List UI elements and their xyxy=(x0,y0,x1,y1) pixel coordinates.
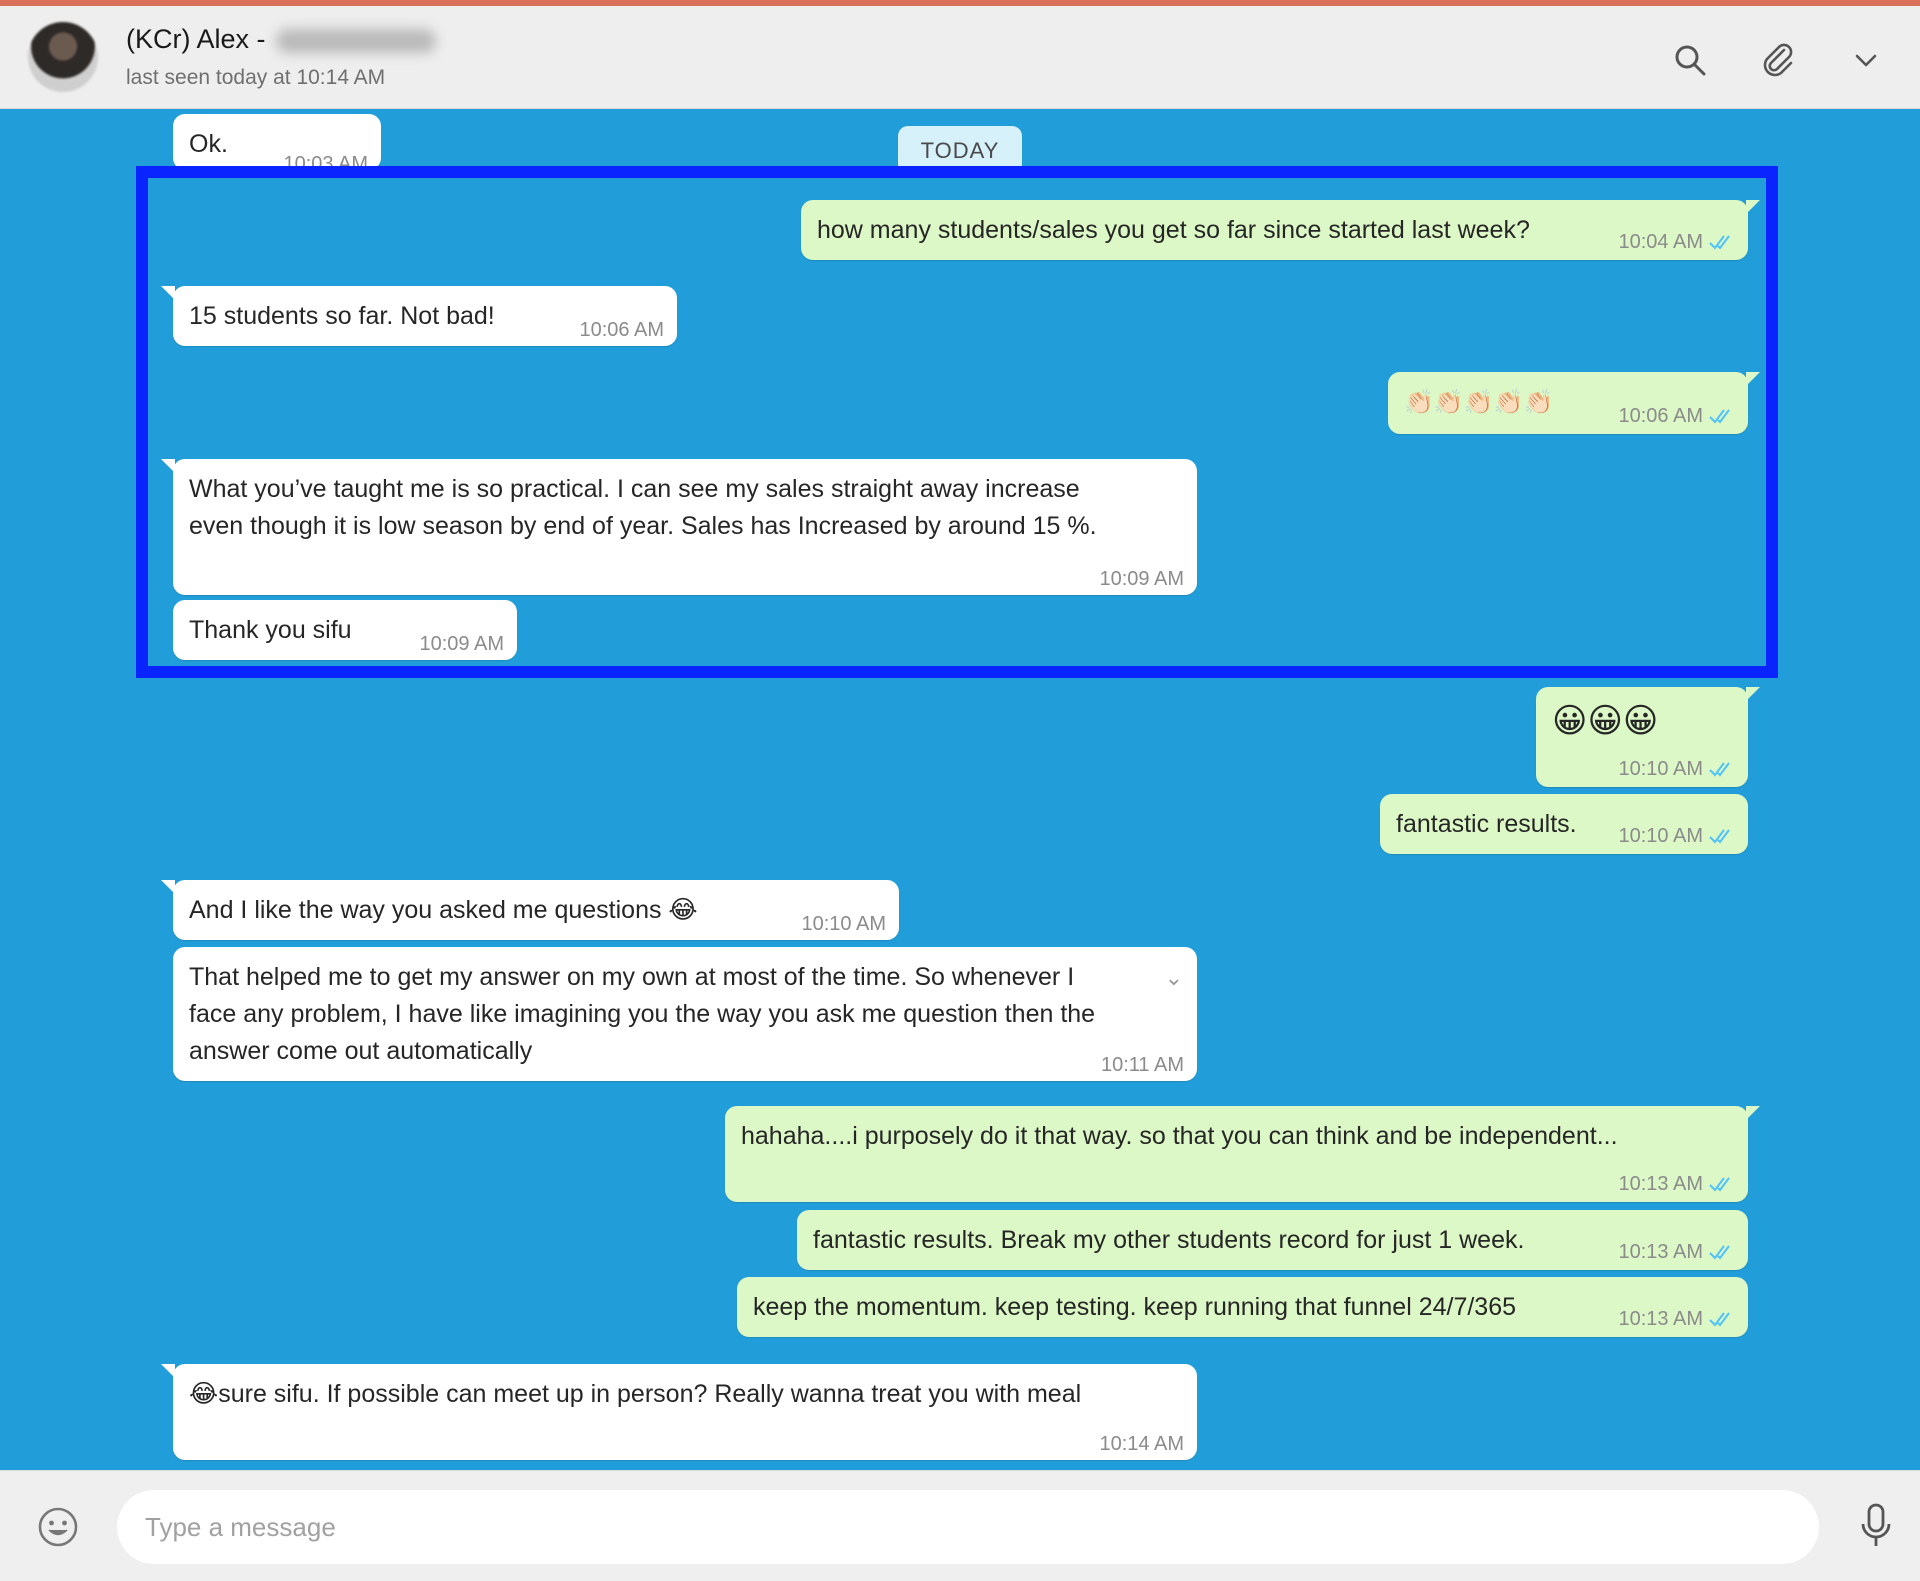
paperclip-icon[interactable] xyxy=(1758,40,1798,80)
date-divider: TODAY xyxy=(898,126,1022,174)
message-time-text: 10:04 AM xyxy=(1618,231,1703,253)
contact-name[interactable]: (KCr) Alex - xyxy=(126,24,436,55)
microphone-icon[interactable] xyxy=(1858,1503,1894,1549)
redacted-name xyxy=(275,28,436,53)
search-icon[interactable] xyxy=(1670,40,1710,80)
message-time-text: 10:10 AM xyxy=(1618,758,1703,780)
message-text: And I like the way you asked me question… xyxy=(189,896,698,924)
message-time-text: 10:13 AM xyxy=(1618,1241,1703,1263)
double-check-icon xyxy=(1709,759,1735,783)
message-time: 10:09 AM xyxy=(1099,568,1184,590)
message-time: 10:03 AM xyxy=(283,153,368,175)
message-text: That helped me to get my answer on my ow… xyxy=(189,963,1096,1065)
message-outgoing[interactable]: how many students/sales you get so far s… xyxy=(801,200,1760,260)
message-incoming[interactable]: That helped me to get my answer on my ow… xyxy=(173,947,1197,1081)
message-incoming[interactable]: Ok. 10:03 AM xyxy=(173,114,381,175)
message-outgoing[interactable]: 😀😀😀 10:10 AM xyxy=(1536,687,1760,787)
message-time-text: 10:13 AM xyxy=(1618,1173,1703,1195)
message-time: 10:14 AM xyxy=(1099,1433,1184,1455)
message-time: 10:13 AM xyxy=(1618,1240,1735,1266)
last-seen-status: last seen today at 10:14 AM xyxy=(126,66,386,89)
message-list[interactable]: Ok. 10:03 AM TODAY how many students/sal… xyxy=(0,110,1920,1470)
message-text: 😂sure sifu. If possible can meet up in p… xyxy=(189,1380,1082,1408)
message-time: 10:06 AM xyxy=(579,319,664,341)
message-outgoing[interactable]: fantastic results. 10:10 AM xyxy=(1380,794,1748,854)
double-check-icon xyxy=(1709,1309,1735,1333)
message-text: how many students/sales you get so far s… xyxy=(817,216,1530,244)
message-outgoing[interactable]: fantastic results. Break my other studen… xyxy=(797,1210,1748,1270)
contact-name-text: (KCr) Alex - xyxy=(126,24,266,54)
smiley-icon[interactable] xyxy=(36,1505,80,1549)
message-time: 10:10 AM xyxy=(801,913,886,935)
message-incoming[interactable]: What you’ve taught me is so practical. I… xyxy=(161,459,1197,595)
double-check-icon xyxy=(1709,1242,1735,1266)
message-text: fantastic results. Break my other studen… xyxy=(813,1226,1525,1254)
chevron-down-icon[interactable] xyxy=(1846,40,1886,80)
message-time-text: 10:06 AM xyxy=(1618,405,1703,427)
double-check-icon xyxy=(1709,826,1735,850)
double-check-icon xyxy=(1709,406,1735,430)
message-text: fantastic results. xyxy=(1396,810,1577,838)
avatar[interactable] xyxy=(28,22,98,92)
double-check-icon xyxy=(1709,232,1735,256)
message-text: hahaha....i purposely do it that way. so… xyxy=(741,1122,1618,1150)
message-incoming[interactable]: Thank you sifu 10:09 AM xyxy=(173,600,517,660)
message-time: 10:10 AM xyxy=(1618,757,1735,783)
message-time: 10:13 AM xyxy=(1618,1307,1735,1333)
composer xyxy=(0,1470,1920,1581)
message-incoming[interactable]: 😂sure sifu. If possible can meet up in p… xyxy=(161,1364,1197,1460)
message-outgoing[interactable]: keep the momentum. keep testing. keep ru… xyxy=(737,1277,1748,1337)
message-text: Ok. xyxy=(189,130,228,158)
message-incoming[interactable]: And I like the way you asked me question… xyxy=(161,880,899,940)
message-incoming[interactable]: 15 students so far. Not bad! 10:06 AM xyxy=(161,286,677,346)
message-text: Thank you sifu xyxy=(189,616,352,644)
message-text: 😀😀😀 xyxy=(1552,701,1659,741)
message-outgoing[interactable]: 👏🏻👏🏻👏🏻👏🏻👏🏻 10:06 AM xyxy=(1388,372,1760,434)
message-text: What you’ve taught me is so practical. I… xyxy=(189,475,1097,540)
message-time-text: 10:13 AM xyxy=(1618,1308,1703,1330)
message-time: 10:11 AM xyxy=(1100,1054,1184,1076)
message-time: 10:04 AM xyxy=(1618,230,1735,256)
message-time-text: 10:10 AM xyxy=(1618,825,1703,847)
message-input[interactable] xyxy=(117,1490,1819,1564)
message-menu-chevron-icon[interactable]: ⌄ xyxy=(1134,959,1183,996)
message-time: 10:13 AM xyxy=(1618,1172,1735,1198)
chat-header: (KCr) Alex - last seen today at 10:14 AM xyxy=(0,6,1920,109)
message-text: 15 students so far. Not bad! xyxy=(189,302,495,330)
message-time: 10:06 AM xyxy=(1618,404,1735,430)
message-text: keep the momentum. keep testing. keep ru… xyxy=(753,1293,1517,1321)
message-time: 10:10 AM xyxy=(1618,824,1735,850)
double-check-icon xyxy=(1709,1174,1735,1198)
message-time: 10:09 AM xyxy=(419,633,504,655)
message-text: 👏🏻👏🏻👏🏻👏🏻👏🏻 xyxy=(1404,388,1554,416)
message-outgoing[interactable]: hahaha....i purposely do it that way. so… xyxy=(725,1106,1760,1202)
